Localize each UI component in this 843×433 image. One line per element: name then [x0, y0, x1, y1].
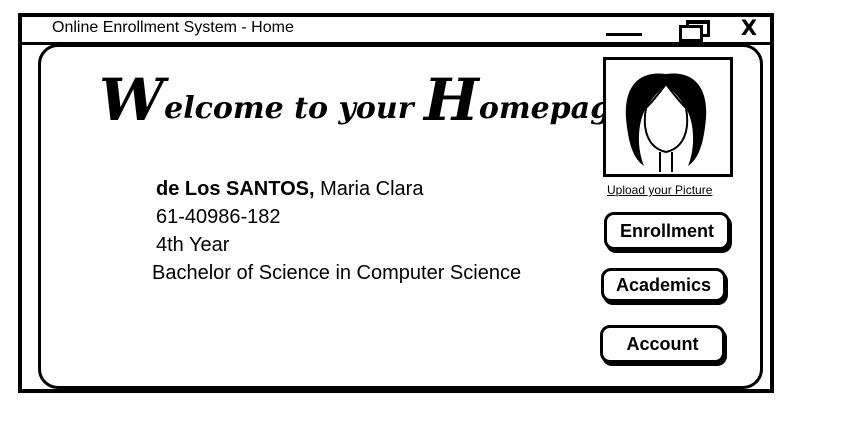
svg-text:Welcome to your Homepage!: Welcome to your Homepage!	[99, 66, 619, 132]
student-given-names: Maria Clara	[314, 178, 424, 200]
upload-picture-link[interactable]: Upload your Picture	[607, 183, 712, 197]
academics-button[interactable]: Academics	[601, 268, 726, 302]
student-year-level: 4th Year	[156, 234, 230, 256]
app-window: Online Enrollment System - Home X Welcom…	[18, 13, 774, 393]
minimize-icon	[606, 33, 642, 36]
account-button[interactable]: Account	[600, 325, 725, 363]
student-surname: de Los SANTOS,	[156, 178, 315, 200]
student-program: Bachelor of Science in Computer Science	[152, 262, 522, 284]
welcome-heading: Welcome to your Homepage! Welcome to you…	[99, 62, 619, 132]
student-name: de Los SANTOS, Maria Clara	[156, 175, 521, 203]
welcome-heading-svg: Welcome to your Homepage!	[99, 66, 619, 132]
title-bar: Online Enrollment System - Home X	[22, 17, 770, 45]
close-button[interactable]: X	[737, 17, 761, 41]
profile-picture[interactable]	[603, 57, 733, 177]
window-title: Online Enrollment System - Home	[52, 19, 294, 36]
female-silhouette-icon	[625, 73, 707, 172]
minimize-button[interactable]	[604, 17, 644, 41]
close-icon: X	[740, 16, 758, 40]
maximize-button[interactable]	[677, 17, 711, 42]
student-id: 61-40986-182	[156, 206, 281, 228]
enrollment-button[interactable]: Enrollment	[604, 212, 730, 250]
student-info: de Los SANTOS, Maria Clara 61-40986-182 …	[152, 175, 521, 287]
welcome-heading-text: Welcome to your Homepage!	[99, 132, 100, 133]
home-panel: Welcome to your Homepage! Welcome to you…	[38, 44, 763, 389]
